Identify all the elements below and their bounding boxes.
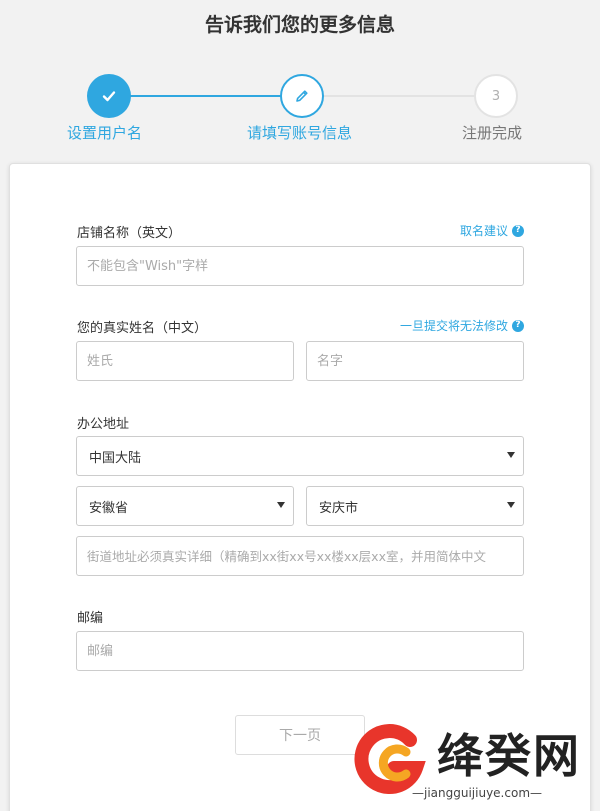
city-select[interactable]: 安庆市	[306, 486, 524, 526]
dropdown-caret-icon	[507, 452, 515, 458]
step-label-complete: 注册完成	[462, 124, 523, 142]
step-3-circle: 3	[474, 74, 518, 118]
help-icon: ?	[512, 319, 524, 332]
postcode-label: 邮编	[77, 611, 104, 626]
store-name-label: 店铺名称（英文）	[77, 226, 182, 241]
street-address-input[interactable]	[76, 536, 524, 576]
country-select[interactable]: 中国大陆	[76, 436, 524, 476]
naming-tips-link[interactable]: 取名建议 ?	[460, 222, 524, 239]
form-card: 店铺名称（英文） 取名建议 ? 您的真实姓名（中文） 一旦提交将无法修改 ? 办…	[9, 163, 591, 811]
step-label-account-info: 请填写账号信息	[247, 124, 353, 142]
real-name-label: 您的真实姓名（中文）	[77, 321, 208, 336]
watermark: 绛癸网 —jiangguijiuye.com—	[352, 716, 597, 808]
store-name-input[interactable]	[76, 246, 524, 286]
step-1-circle	[87, 74, 131, 118]
given-name-input[interactable]	[306, 341, 524, 381]
dropdown-caret-icon	[277, 502, 285, 508]
help-icon: ?	[512, 224, 524, 237]
watermark-url: —jiangguijiuye.com—	[412, 786, 543, 800]
cannot-modify-label: 一旦提交将无法修改	[399, 319, 508, 333]
stepper: 3 设置用户名 请填写账号信息 注册完成	[0, 72, 600, 142]
step-connector-done	[130, 95, 282, 97]
cannot-modify-hint[interactable]: 一旦提交将无法修改 ?	[400, 317, 524, 334]
step-3-number: 3	[491, 88, 501, 104]
next-page-button[interactable]: 下一页	[235, 715, 365, 755]
pencil-icon	[296, 90, 308, 102]
dropdown-caret-icon	[507, 502, 515, 508]
step-label-set-username: 设置用户名	[67, 124, 143, 142]
city-value: 安庆市	[319, 500, 359, 516]
checkmark-icon	[102, 91, 116, 102]
naming-tips-label: 取名建议	[459, 224, 508, 238]
step-2-circle	[280, 74, 324, 118]
page-title: 告诉我们您的更多信息	[204, 14, 395, 36]
country-value: 中国大陆	[89, 450, 142, 466]
province-value: 安徽省	[89, 500, 129, 516]
step-connector-todo	[323, 95, 475, 97]
office-address-label: 办公地址	[77, 417, 130, 432]
surname-input[interactable]	[76, 341, 294, 381]
province-select[interactable]: 安徽省	[76, 486, 294, 526]
watermark-text: 绛癸网	[437, 729, 581, 783]
postcode-input[interactable]	[76, 631, 524, 671]
